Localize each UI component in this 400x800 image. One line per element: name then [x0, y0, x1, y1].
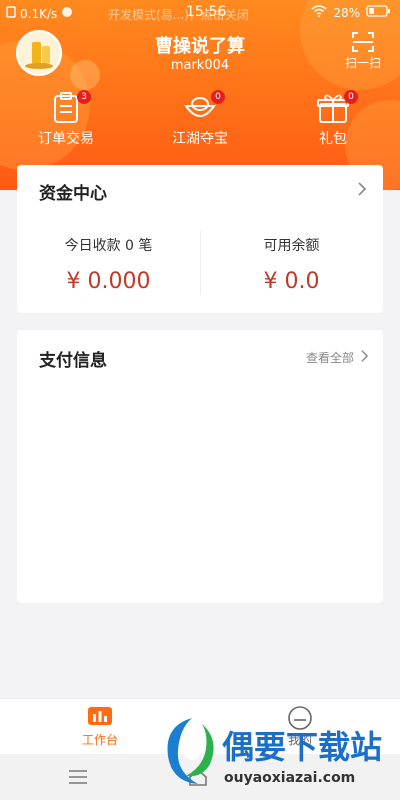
tab-workbench-label: 工作台: [81, 733, 118, 747]
wifi-icon: [311, 5, 327, 20]
view-all-label: 查看全部: [305, 351, 354, 365]
available-balance[interactable]: 可用余额 ¥ 0.0: [200, 235, 383, 294]
available-balance-value: ¥ 0.0: [263, 269, 320, 294]
gift-icon: [316, 94, 350, 128]
gift-badge: 0: [344, 90, 358, 104]
available-balance-label: 可用余额: [263, 238, 320, 254]
watermark-logo-icon: [162, 716, 220, 790]
menu-icon[interactable]: [68, 769, 88, 789]
view-all-link[interactable]: 查看全部: [306, 348, 369, 367]
notification-icon: [6, 6, 16, 21]
watermark-url: ouyaoxiazai.com: [224, 770, 356, 786]
quick-action-label: 礼包: [319, 131, 347, 147]
treasure-icon: [183, 97, 217, 128]
dev-mode-notice[interactable]: 开发模式(易...)，点击关闭: [108, 6, 249, 23]
battery-icon: [366, 5, 390, 20]
status-icon: [61, 6, 73, 21]
today-income[interactable]: 今日收款 0 笔 ¥ 0.000: [17, 235, 200, 294]
tab-workbench[interactable]: 工作台: [60, 705, 140, 748]
chevron-right-icon: [360, 348, 369, 367]
quick-action-treasure[interactable]: 0 江湖夺宝: [150, 90, 250, 148]
battery-percent: 28%: [333, 5, 360, 20]
scan-label: 扫一扫: [344, 56, 381, 70]
network-speed: 0.1K/s: [20, 6, 58, 21]
fund-center-title: 资金中心: [39, 184, 107, 204]
today-income-value: ¥ 0.000: [66, 269, 151, 294]
clipboard-icon: [49, 92, 83, 128]
today-income-label: 今日收款 0 笔: [64, 238, 153, 254]
scan-icon: [340, 30, 386, 54]
quick-action-orders[interactable]: 3 订单交易: [16, 90, 116, 148]
fund-center-card: 资金中心 今日收款 0 笔 ¥ 0.000 可用余额 ¥ 0.0: [17, 165, 383, 313]
quick-action-gift[interactable]: 0 礼包: [283, 90, 383, 148]
workbench-icon: [60, 705, 140, 731]
header: 0.1K/s 开发模式(易...)，点击关闭 15:56 28% 曹操说了算 m…: [0, 0, 400, 190]
payment-info-title: 支付信息: [39, 351, 107, 371]
watermark: 偶要下载站 ouyaoxiazai.com: [162, 712, 392, 798]
quick-action-label: 江湖夺宝: [172, 131, 228, 147]
chevron-right-icon[interactable]: [357, 181, 367, 201]
payment-info-card: 支付信息 查看全部: [17, 330, 383, 603]
orders-badge: 3: [77, 90, 91, 104]
status-bar: 0.1K/s 开发模式(易...)，点击关闭 15:56 28%: [0, 0, 400, 28]
scan-button[interactable]: 扫一扫: [340, 30, 386, 71]
status-time: 15:56: [186, 4, 227, 20]
treasure-badge: 0: [211, 90, 225, 104]
watermark-title: 偶要下载站: [222, 728, 383, 766]
quick-action-label: 订单交易: [38, 131, 94, 147]
